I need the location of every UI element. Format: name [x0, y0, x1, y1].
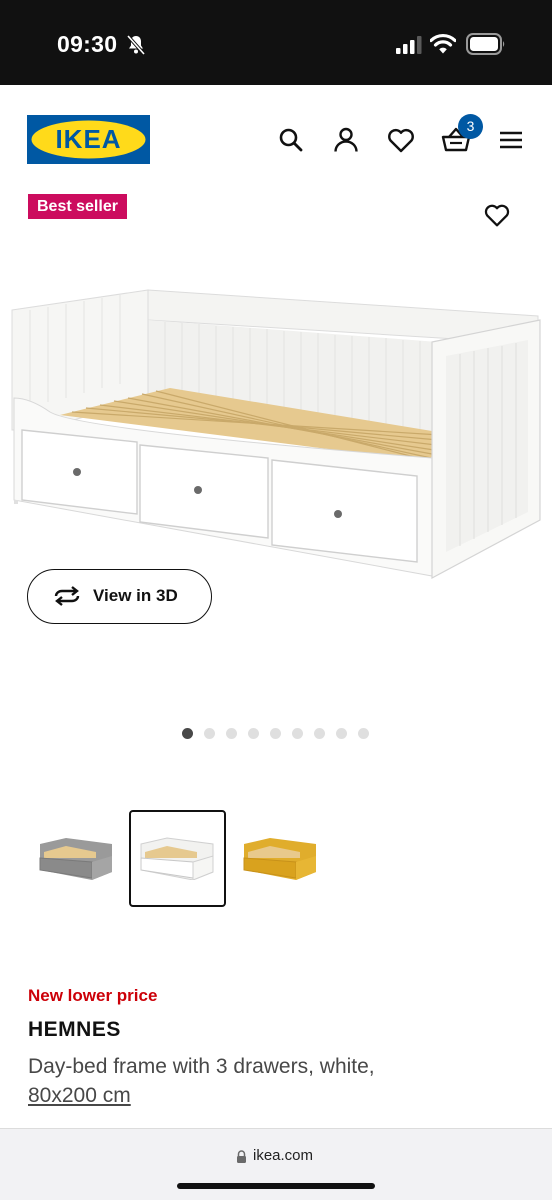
search-icon[interactable]: [275, 124, 307, 156]
carousel-dot[interactable]: [204, 728, 215, 739]
carousel-dot[interactable]: [182, 728, 193, 739]
product-image-daybed[interactable]: [0, 280, 552, 590]
carousel-dot[interactable]: [358, 728, 369, 739]
lock-icon: [237, 1150, 246, 1163]
product-name: HEMNES: [28, 1018, 121, 1041]
profile-icon[interactable]: [330, 124, 362, 156]
heart-icon[interactable]: [385, 124, 417, 156]
carousel-dot[interactable]: [270, 728, 281, 739]
home-indicator[interactable]: [177, 1183, 375, 1189]
status-bar: 09:30: [0, 0, 552, 85]
best-seller-badge: Best seller: [28, 194, 127, 219]
new-lower-price-label: New lower price: [28, 986, 158, 1005]
url-text: ikea.com: [253, 1147, 314, 1164]
ikea-logo-text: IKEA: [55, 124, 121, 154]
thumbnail-yellow-variant[interactable]: [232, 810, 329, 907]
wifi-icon: [430, 33, 456, 54]
status-time: 09:30: [57, 31, 118, 57]
cart-count-badge: 3: [458, 114, 483, 139]
color-thumbnails: [0, 810, 552, 908]
thumbnail-grey-variant[interactable]: [28, 810, 125, 907]
menu-icon[interactable]: [495, 124, 527, 156]
signal-icon: [396, 36, 422, 54]
product-description: Day-bed frame with 3 drawers, white,: [28, 1055, 375, 1078]
carousel-dot[interactable]: [314, 728, 325, 739]
view-in-3d-button[interactable]: View in 3D: [27, 569, 212, 624]
carousel-dots: [182, 728, 369, 740]
view-in-3d-label: View in 3D: [93, 586, 178, 605]
browser-url-bar[interactable]: ikea.com: [0, 1128, 552, 1200]
rotate-arrows-icon: [54, 586, 80, 606]
carousel-dot[interactable]: [292, 728, 303, 739]
carousel-dot[interactable]: [248, 728, 259, 739]
carousel-dot[interactable]: [226, 728, 237, 739]
bell-slash-icon: [126, 34, 146, 56]
ikea-logo[interactable]: IKEA: [27, 115, 150, 164]
thumbnail-white-variant[interactable]: [129, 810, 226, 907]
product-size-link[interactable]: 80x200 cm: [28, 1084, 131, 1108]
battery-icon: [466, 33, 505, 55]
carousel-dot[interactable]: [336, 728, 347, 739]
favorite-heart-icon[interactable]: [482, 200, 512, 230]
